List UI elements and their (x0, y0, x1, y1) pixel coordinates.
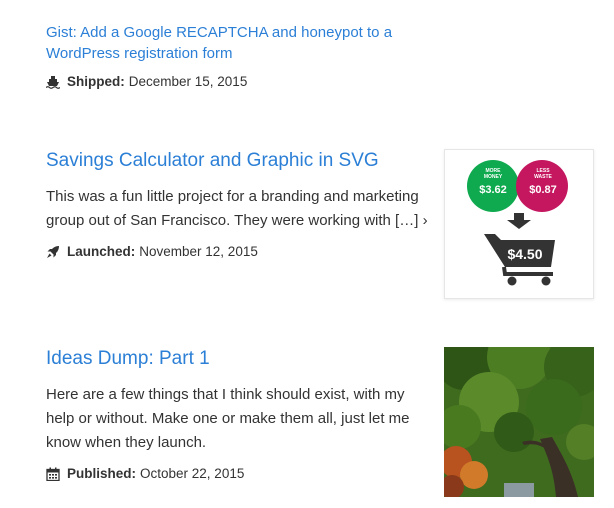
post-title[interactable]: Ideas Dump: Part 1 (46, 347, 426, 371)
graphic-value: $3.62 (479, 184, 507, 196)
tree-photo-thumbnail[interactable] (444, 347, 594, 497)
meta-label: Shipped: (67, 74, 125, 89)
meta-label: Launched: (67, 244, 136, 259)
post-list: Gist: Add a Google RECAPTCHA and honeypo… (0, 0, 614, 508)
post-meta: Shipped: December 15, 2015 (46, 74, 426, 89)
post-title-line[interactable]: WordPress registration form (46, 45, 232, 62)
excerpt-line: Here are a few things that I think shoul… (46, 386, 405, 403)
graphic-label: WASTE (534, 174, 552, 180)
graphic-label: MONEY (484, 174, 503, 180)
tree-photo (444, 347, 594, 497)
post-meta: Published: October 22, 2015 (46, 466, 426, 481)
meta-date: November 12, 2015 (139, 244, 258, 259)
post-savings-calculator: Savings Calculator and Graphic in SVG Th… (46, 149, 436, 259)
excerpt-line: group out of San Francisco. They were wo… (46, 212, 419, 229)
arrow-shaft (514, 213, 524, 220)
read-more-link[interactable]: › (423, 212, 428, 229)
meta-date: October 22, 2015 (140, 466, 245, 481)
savings-graphic-thumbnail[interactable]: MORE MONEY $3.62 LESS WASTE $0.87 $4.50 (444, 149, 594, 299)
graphic-value: $0.87 (529, 184, 557, 196)
post-meta: Launched: November 12, 2015 (46, 244, 436, 259)
post-title[interactable]: Savings Calculator and Graphic in SVG (46, 149, 436, 173)
post-gist: Gist: Add a Google RECAPTCHA and honeypo… (46, 22, 426, 89)
savings-graphic: MORE MONEY $3.62 LESS WASTE $0.87 $4.50 (467, 160, 568, 286)
meta-date: December 15, 2015 (128, 74, 248, 89)
meta-label: Published: (67, 466, 137, 481)
ship-icon (46, 75, 60, 89)
rocket-icon (47, 245, 59, 258)
excerpt-line: This was a fun little project for a bran… (46, 188, 419, 205)
calendar-icon (46, 467, 60, 481)
cart-value: $4.50 (507, 246, 542, 262)
excerpt-line: help or without. Make one or make them a… (46, 410, 410, 427)
post-title[interactable]: Gist: Add a Google RECAPTCHA and honeypo… (46, 22, 426, 64)
arrow-head (507, 220, 531, 229)
post-ideas-dump: Ideas Dump: Part 1 Here are a few things… (46, 347, 426, 481)
post-excerpt: Here are a few things that I think shoul… (46, 383, 426, 455)
post-title-line[interactable]: Gist: Add a Google RECAPTCHA and honeypo… (46, 24, 392, 41)
post-excerpt: This was a fun little project for a bran… (46, 185, 436, 233)
excerpt-line: know when they launch. (46, 434, 207, 451)
